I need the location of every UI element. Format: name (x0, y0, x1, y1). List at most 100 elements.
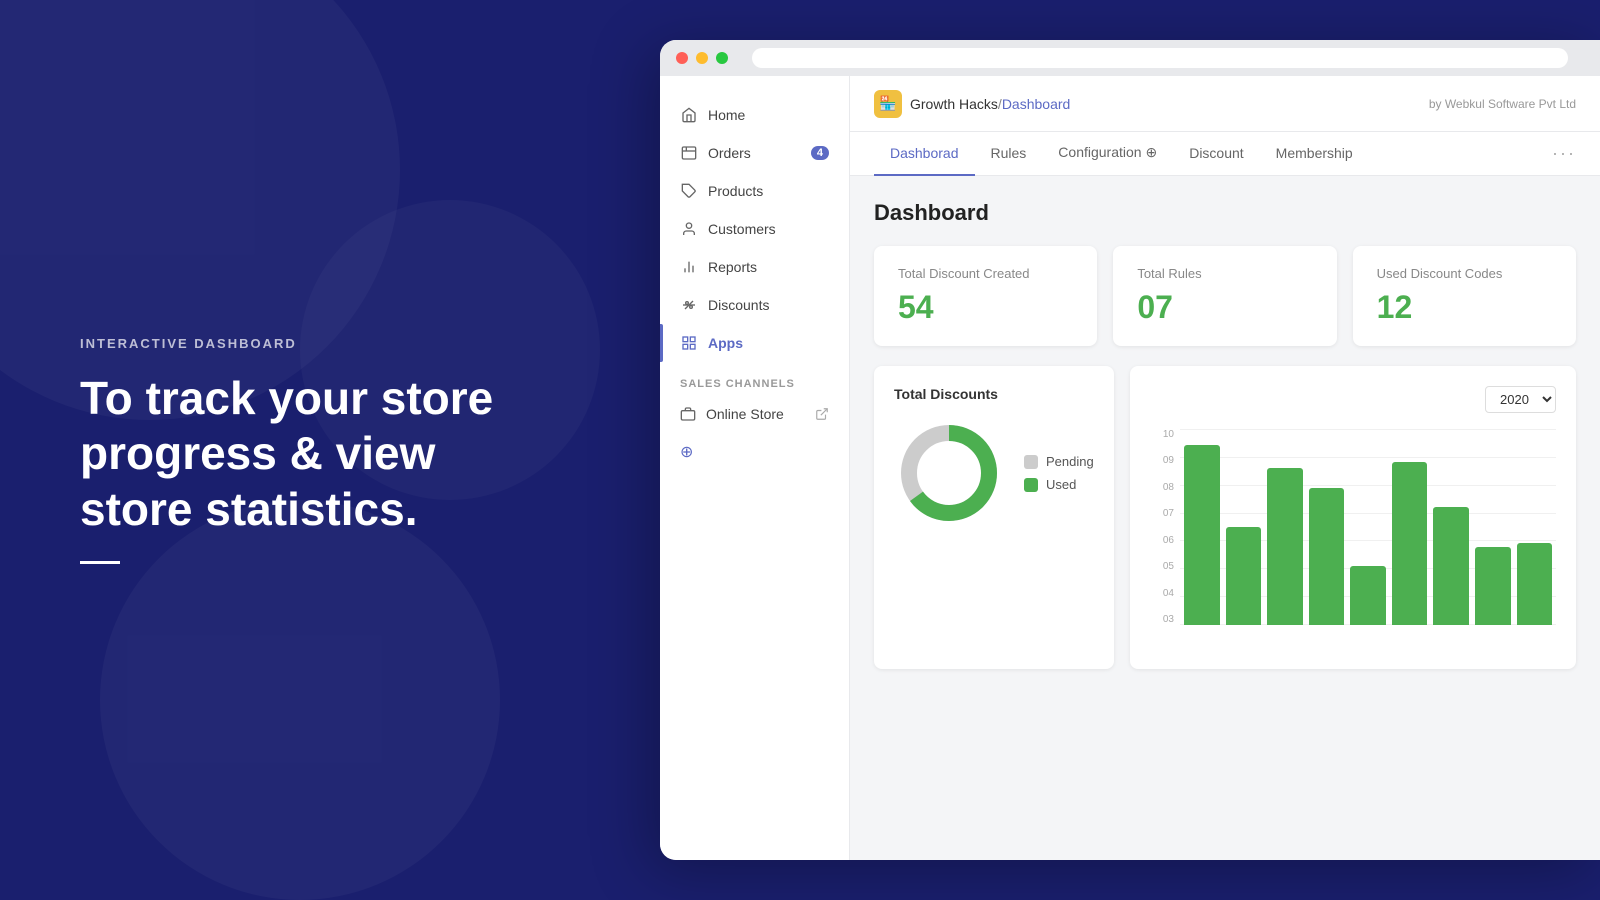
main-title: To track your store progress & view stor… (80, 371, 520, 537)
tab-discount[interactable]: Discount (1173, 132, 1259, 176)
home-icon (680, 106, 698, 124)
nav-tabs: Dashborad Rules Configuration ⊕ Discount… (850, 132, 1600, 176)
bar (1517, 543, 1553, 625)
tab-rules[interactable]: Rules (975, 132, 1043, 176)
year-select[interactable]: 2020 2019 2018 (1485, 386, 1556, 413)
sales-channels-label: SALES CHANNELS (660, 362, 849, 396)
breadcrumb: Growth Hacks/Dashboard (910, 96, 1070, 112)
donut-legend: Pending Used (1024, 454, 1094, 492)
bar-item (1309, 429, 1345, 625)
browser-topbar (660, 40, 1600, 76)
left-panel: INTERACTIVE DASHBOARD To track your stor… (80, 0, 520, 900)
sidebar-item-customers[interactable]: Customers (660, 210, 849, 248)
breadcrumb-current: Dashboard (1002, 96, 1071, 112)
external-link-icon (815, 407, 829, 421)
sidebar-item-reports-label: Reports (708, 259, 757, 275)
topbar: 🏪 Growth Hacks/Dashboard by Webkul Softw… (850, 76, 1600, 132)
bar (1350, 566, 1386, 625)
sidebar-item-home[interactable]: Home (660, 96, 849, 134)
apps-icon (680, 334, 698, 352)
y-axis: 10 09 08 07 06 05 04 03 (1150, 429, 1174, 625)
sidebar-item-orders-label: Orders (708, 145, 751, 161)
stat-value-total-rules: 07 (1137, 289, 1312, 326)
browser-url-bar (752, 48, 1568, 68)
y-label-09: 09 (1163, 455, 1174, 466)
bar (1392, 462, 1428, 625)
bar-chart-wrapper: 10 09 08 07 06 05 04 03 (1150, 429, 1556, 649)
y-label-08: 08 (1163, 482, 1174, 493)
sidebar-item-discounts[interactable]: Discounts (660, 286, 849, 324)
customers-icon (680, 220, 698, 238)
sidebar-item-apps[interactable]: Apps (660, 324, 849, 362)
bar (1267, 468, 1303, 625)
bar-chart-card: 2020 2019 2018 10 09 08 07 (1130, 366, 1576, 669)
dashboard-content: Dashboard Total Discount Created 54 Tota… (850, 176, 1600, 860)
browser-close-dot[interactable] (676, 52, 688, 64)
sidebar-item-discounts-label: Discounts (708, 297, 769, 313)
bar-item (1184, 429, 1220, 625)
bar (1184, 445, 1220, 625)
topbar-left: 🏪 Growth Hacks/Dashboard (874, 90, 1070, 118)
tab-membership[interactable]: Membership (1260, 132, 1369, 176)
store-icon (680, 406, 696, 422)
bar (1433, 507, 1469, 625)
app-content: Home Orders 4 Products (660, 76, 1600, 860)
bar (1309, 488, 1345, 625)
stat-label-used-codes: Used Discount Codes (1377, 266, 1552, 281)
bar-item (1392, 429, 1428, 625)
bar-item (1226, 429, 1262, 625)
online-store-label: Online Store (706, 406, 784, 422)
browser-maximize-dot[interactable] (716, 52, 728, 64)
app-icon-box: 🏪 (874, 90, 902, 118)
products-icon (680, 182, 698, 200)
sidebar-item-reports[interactable]: Reports (660, 248, 849, 286)
divider (80, 561, 120, 564)
sidebar-item-online-store[interactable]: Online Store (660, 396, 849, 432)
bar (1475, 547, 1511, 625)
browser-window: Home Orders 4 Products (660, 40, 1600, 860)
sidebar-item-products[interactable]: Products (660, 172, 849, 210)
legend-item-pending: Pending (1024, 454, 1094, 469)
browser-minimize-dot[interactable] (696, 52, 708, 64)
sidebar-item-apps-label: Apps (708, 335, 743, 351)
chart-inner (1180, 429, 1556, 625)
sidebar-item-customers-label: Customers (708, 221, 776, 237)
subtitle: INTERACTIVE DASHBOARD (80, 336, 520, 351)
bars-container (1180, 429, 1556, 625)
tab-dashboard[interactable]: Dashborad (874, 132, 975, 176)
stat-value-used-codes: 12 (1377, 289, 1552, 326)
discounts-icon (680, 296, 698, 314)
stat-card-total-discount: Total Discount Created 54 (874, 246, 1097, 346)
legend-label-pending: Pending (1046, 454, 1094, 469)
bar-chart-header: 2020 2019 2018 (1150, 386, 1556, 413)
sidebar-item-products-label: Products (708, 183, 763, 199)
bar-item (1267, 429, 1303, 625)
sidebar: Home Orders 4 Products (660, 76, 850, 860)
sidebar-add-channel[interactable]: ⊕ (660, 432, 849, 472)
legend-label-used: Used (1046, 477, 1076, 492)
donut-title: Total Discounts (894, 386, 1094, 402)
add-channel-icon: ⊕ (680, 442, 693, 462)
stat-label-total-rules: Total Rules (1137, 266, 1312, 281)
app-icon: 🏪 (879, 95, 896, 112)
stat-value-total-discount: 54 (898, 289, 1073, 326)
y-label-03: 03 (1163, 614, 1174, 625)
sidebar-item-home-label: Home (708, 107, 745, 123)
y-label-06: 06 (1163, 535, 1174, 546)
y-label-04: 04 (1163, 588, 1174, 599)
orders-icon (680, 144, 698, 162)
breadcrumb-app: Growth Hacks (910, 96, 998, 112)
tab-configuration[interactable]: Configuration ⊕ (1042, 132, 1173, 176)
donut-card: Total Discounts Pend (874, 366, 1114, 669)
stat-card-used-codes: Used Discount Codes 12 (1353, 246, 1576, 346)
topbar-right: by Webkul Software Pvt Ltd (1429, 97, 1576, 111)
y-label-07: 07 (1163, 508, 1174, 519)
tab-more[interactable]: ··· (1552, 143, 1576, 164)
bar-item (1350, 429, 1386, 625)
dashboard-title: Dashboard (874, 200, 1576, 226)
stat-card-total-rules: Total Rules 07 (1113, 246, 1336, 346)
bottom-row: Total Discounts Pend (874, 366, 1576, 669)
bar (1226, 527, 1262, 625)
donut-container: Pending Used (894, 418, 1094, 528)
sidebar-item-orders[interactable]: Orders 4 (660, 134, 849, 172)
